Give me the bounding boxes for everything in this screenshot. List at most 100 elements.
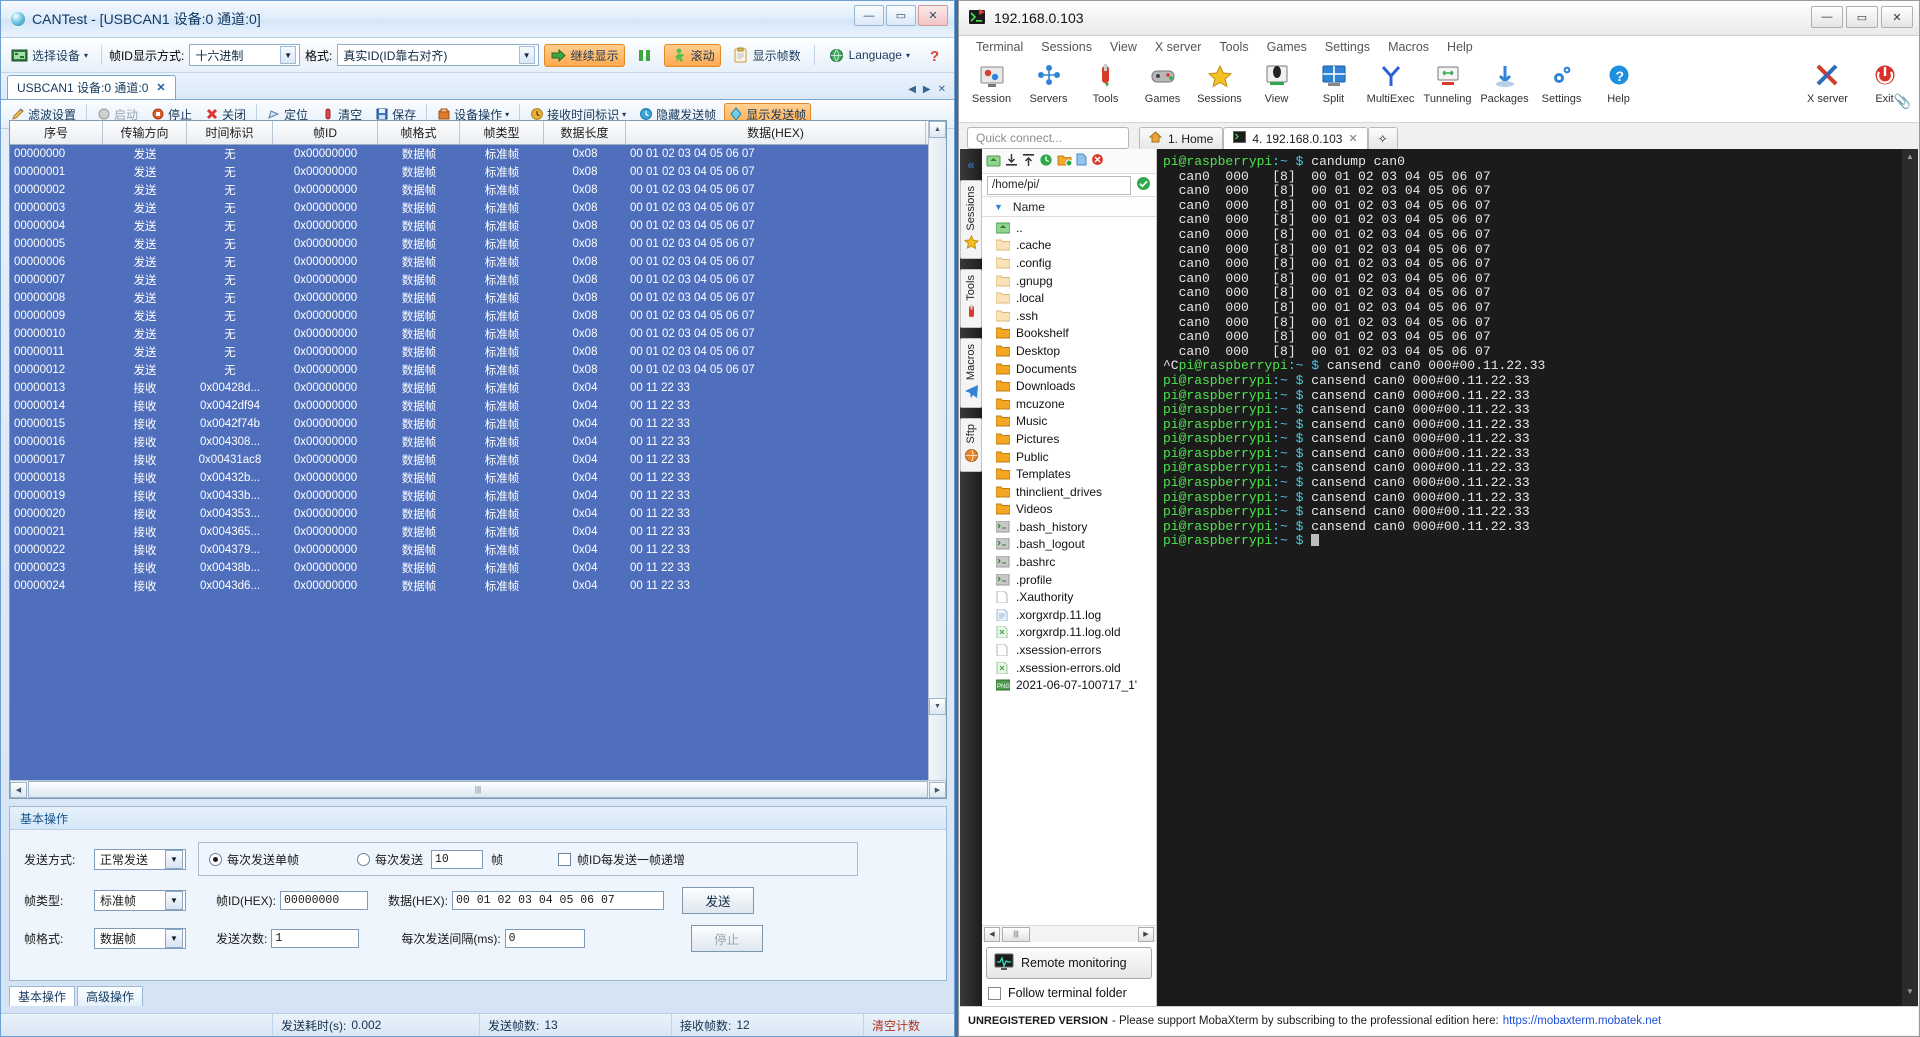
table-row[interactable]: 00000002 发送 无 0x00000000 数据帧 标准帧 0x08 00 01 02 …	[10, 181, 946, 199]
menu-item[interactable]: Terminal	[967, 40, 1032, 54]
frame-type-select[interactable]: 标准帧 ▼	[94, 890, 186, 911]
file-list-item[interactable]: .bashrc	[982, 553, 1156, 571]
file-list-item[interactable]: Public	[982, 448, 1156, 466]
help-button[interactable]: ?	[921, 44, 950, 67]
scroll-right-icon[interactable]: ▶	[929, 781, 946, 798]
file-list-item[interactable]: .bash_history	[982, 518, 1156, 536]
menu-item[interactable]: X server	[1146, 40, 1211, 54]
grid-vertical-scrollbar[interactable]: ▲ ▼	[928, 121, 946, 798]
file-list-item[interactable]: ..	[982, 219, 1156, 237]
ribbon-button-x-server[interactable]: X server	[1799, 60, 1856, 105]
file-list-item[interactable]: .xorgxrdp.11.log.old	[982, 624, 1156, 642]
ribbon-button-view[interactable]: View	[1248, 60, 1305, 105]
file-list-item[interactable]: Pictures	[982, 430, 1156, 448]
radio-multi-frame[interactable]	[357, 852, 371, 866]
format-select[interactable]: 真实ID(ID靠右对齐) ▼	[337, 44, 539, 66]
file-list-item[interactable]: Videos	[982, 501, 1156, 519]
table-row[interactable]: 00000001 发送 无 0x00000000 数据帧 标准帧 0x08 00 01 02 …	[10, 163, 946, 181]
minimize-button[interactable]: —	[1811, 6, 1843, 28]
delete-icon[interactable]	[1091, 153, 1104, 169]
terminal-pane[interactable]: pi@raspberrypi:~ $ candump can0 can0 000…	[1157, 149, 1918, 1006]
ribbon-button-session[interactable]: Session	[963, 60, 1020, 105]
file-list-item[interactable]: .xorgxrdp.11.log	[982, 606, 1156, 624]
table-row[interactable]: 00000014 接收 0x0042df94 0x00000000 数据帧 标准帧 0x04…	[10, 397, 946, 415]
table-row[interactable]: 00000007 发送 无 0x00000000 数据帧 标准帧 0x08 00 01 02 …	[10, 271, 946, 289]
tab-usbcan1[interactable]: USBCAN1 设备:0 通道:0 ✕	[7, 75, 176, 99]
ribbon-button-packages[interactable]: Packages	[1476, 60, 1533, 105]
new-file-icon[interactable]	[1076, 153, 1087, 169]
tab-prev-icon[interactable]: ◀	[908, 84, 916, 95]
send-button[interactable]: 发送	[682, 887, 755, 914]
file-list-item[interactable]: .cache	[982, 237, 1156, 255]
table-row[interactable]: 00000006 发送 无 0x00000000 数据帧 标准帧 0x08 00 01 02 …	[10, 253, 946, 271]
grid-header-cell[interactable]: 序号	[10, 121, 103, 144]
table-row[interactable]: 00000009 发送 无 0x00000000 数据帧 标准帧 0x08 00 01 02 …	[10, 307, 946, 325]
quick-connect-input[interactable]: Quick connect...	[967, 127, 1129, 149]
collapse-sidebar-button[interactable]: «	[967, 157, 974, 172]
file-list-item[interactable]: Desktop	[982, 342, 1156, 360]
continue-display-button[interactable]: 继续显示	[543, 43, 625, 67]
file-list-item[interactable]: .gnupg	[982, 272, 1156, 290]
rail-group-sftp[interactable]: Sftp	[960, 418, 982, 472]
show-frame-count-button[interactable]: 显示帧数	[726, 44, 807, 67]
grid-header-cell[interactable]: 传输方向	[103, 121, 187, 144]
minimize-button[interactable]: —	[854, 5, 884, 26]
grid-header-cell[interactable]: 数据长度	[544, 121, 626, 144]
table-row[interactable]: 00000022 接收 0x004379... 0x00000000 数据帧 标准帧 0x0…	[10, 541, 946, 559]
remote-monitoring-button[interactable]: Remote monitoring	[986, 947, 1152, 979]
rail-group-sessions[interactable]: Sessions	[960, 180, 982, 259]
multi-count-input[interactable]: 10	[431, 849, 484, 869]
table-row[interactable]: 00000024 接收 0x0043d6... 0x00000000 数据帧 标准帧 0x0…	[10, 577, 946, 595]
file-list-item[interactable]: thinclient_drives	[982, 483, 1156, 501]
terminal-scrollbar[interactable]: ▲ ▼	[1902, 149, 1918, 1006]
ribbon-button-tunneling[interactable]: Tunneling	[1419, 60, 1476, 105]
scroll-up-icon[interactable]: ▲	[929, 121, 946, 138]
table-row[interactable]: 00000015 接收 0x0042f74b 0x00000000 数据帧 标准帧 0x04…	[10, 415, 946, 433]
table-row[interactable]: 00000012 发送 无 0x00000000 数据帧 标准帧 0x08 00 01 02 …	[10, 361, 946, 379]
table-row[interactable]: 00000023 接收 0x00438b... 0x00000000 数据帧 标准帧 0x0…	[10, 559, 946, 577]
rail-group-tools[interactable]: Tools	[960, 268, 982, 329]
radio-single-frame[interactable]	[209, 852, 222, 866]
stop-send-button[interactable]: 停止	[690, 925, 763, 952]
close-icon[interactable]: ✕	[1348, 132, 1357, 145]
ribbon-button-servers[interactable]: Servers	[1020, 60, 1077, 105]
menu-item[interactable]: Games	[1258, 40, 1316, 54]
sftp-path-input[interactable]: /home/pi/	[987, 175, 1131, 195]
table-row[interactable]: 00000003 发送 无 0x00000000 数据帧 标准帧 0x08 00 01 02 …	[10, 199, 946, 217]
frameid-input[interactable]: 00000000	[280, 891, 369, 910]
ribbon-button-settings[interactable]: Settings	[1533, 60, 1590, 105]
file-list-item[interactable]: .profile	[982, 571, 1156, 589]
file-list-item[interactable]: .bash_logout	[982, 536, 1156, 554]
maximize-button[interactable]: ▭	[886, 5, 916, 26]
paperclip-icon[interactable]: 📎	[1894, 93, 1911, 110]
grid-header-cell[interactable]: 数据(HEX)	[626, 121, 926, 144]
grid-header-cell[interactable]: 帧类型	[460, 121, 544, 144]
menu-item[interactable]: Tools	[1210, 40, 1257, 54]
table-row[interactable]: 00000020 接收 0x004353... 0x00000000 数据帧 标准帧 0x0…	[10, 505, 946, 523]
clear-counter-button[interactable]: 清空计数	[864, 1014, 928, 1036]
scroll-left-icon[interactable]: ◀	[984, 926, 1000, 942]
follow-checkbox[interactable]	[988, 986, 1001, 1000]
table-row[interactable]: 00000018 接收 0x00432b... 0x00000000 数据帧 标准帧 0x0…	[10, 469, 946, 487]
table-row[interactable]: 00000004 发送 无 0x00000000 数据帧 标准帧 0x08 00 01 02 …	[10, 217, 946, 235]
go-up-icon[interactable]	[986, 153, 1001, 170]
table-row[interactable]: 00000019 接收 0x00433b... 0x00000000 数据帧 标准帧 0x0…	[10, 487, 946, 505]
menu-item[interactable]: Macros	[1379, 40, 1438, 54]
close-icon[interactable]: ✕	[156, 81, 165, 94]
table-row[interactable]: 00000005 发送 无 0x00000000 数据帧 标准帧 0x08 00 01 02 …	[10, 235, 946, 253]
menu-item[interactable]: View	[1101, 40, 1146, 54]
grid-header-cell[interactable]: 时间标识	[187, 121, 273, 144]
close-button[interactable]: ✕	[1881, 6, 1913, 28]
new-tab-button[interactable]: ✧	[1367, 127, 1398, 149]
ribbon-button-help[interactable]: ? Help	[1590, 60, 1647, 105]
ribbon-button-sessions[interactable]: Sessions	[1191, 60, 1248, 105]
table-row[interactable]: 00000013 接收 0x00428d... 0x00000000 数据帧 标准帧 0x0…	[10, 379, 946, 397]
language-button[interactable]: Language ▾	[822, 44, 916, 67]
file-list-item[interactable]: .local	[982, 289, 1156, 307]
table-row[interactable]: 00000010 发送 无 0x00000000 数据帧 标准帧 0x08 00 01 02 …	[10, 325, 946, 343]
table-row[interactable]: 00000016 接收 0x004308... 0x00000000 数据帧 标准帧 0x0…	[10, 433, 946, 451]
send-count-input[interactable]: 1	[271, 929, 360, 948]
maximize-button[interactable]: ▭	[1846, 6, 1878, 28]
rail-group-macros[interactable]: Macros	[960, 338, 982, 409]
ribbon-button-split[interactable]: Split	[1305, 60, 1362, 105]
